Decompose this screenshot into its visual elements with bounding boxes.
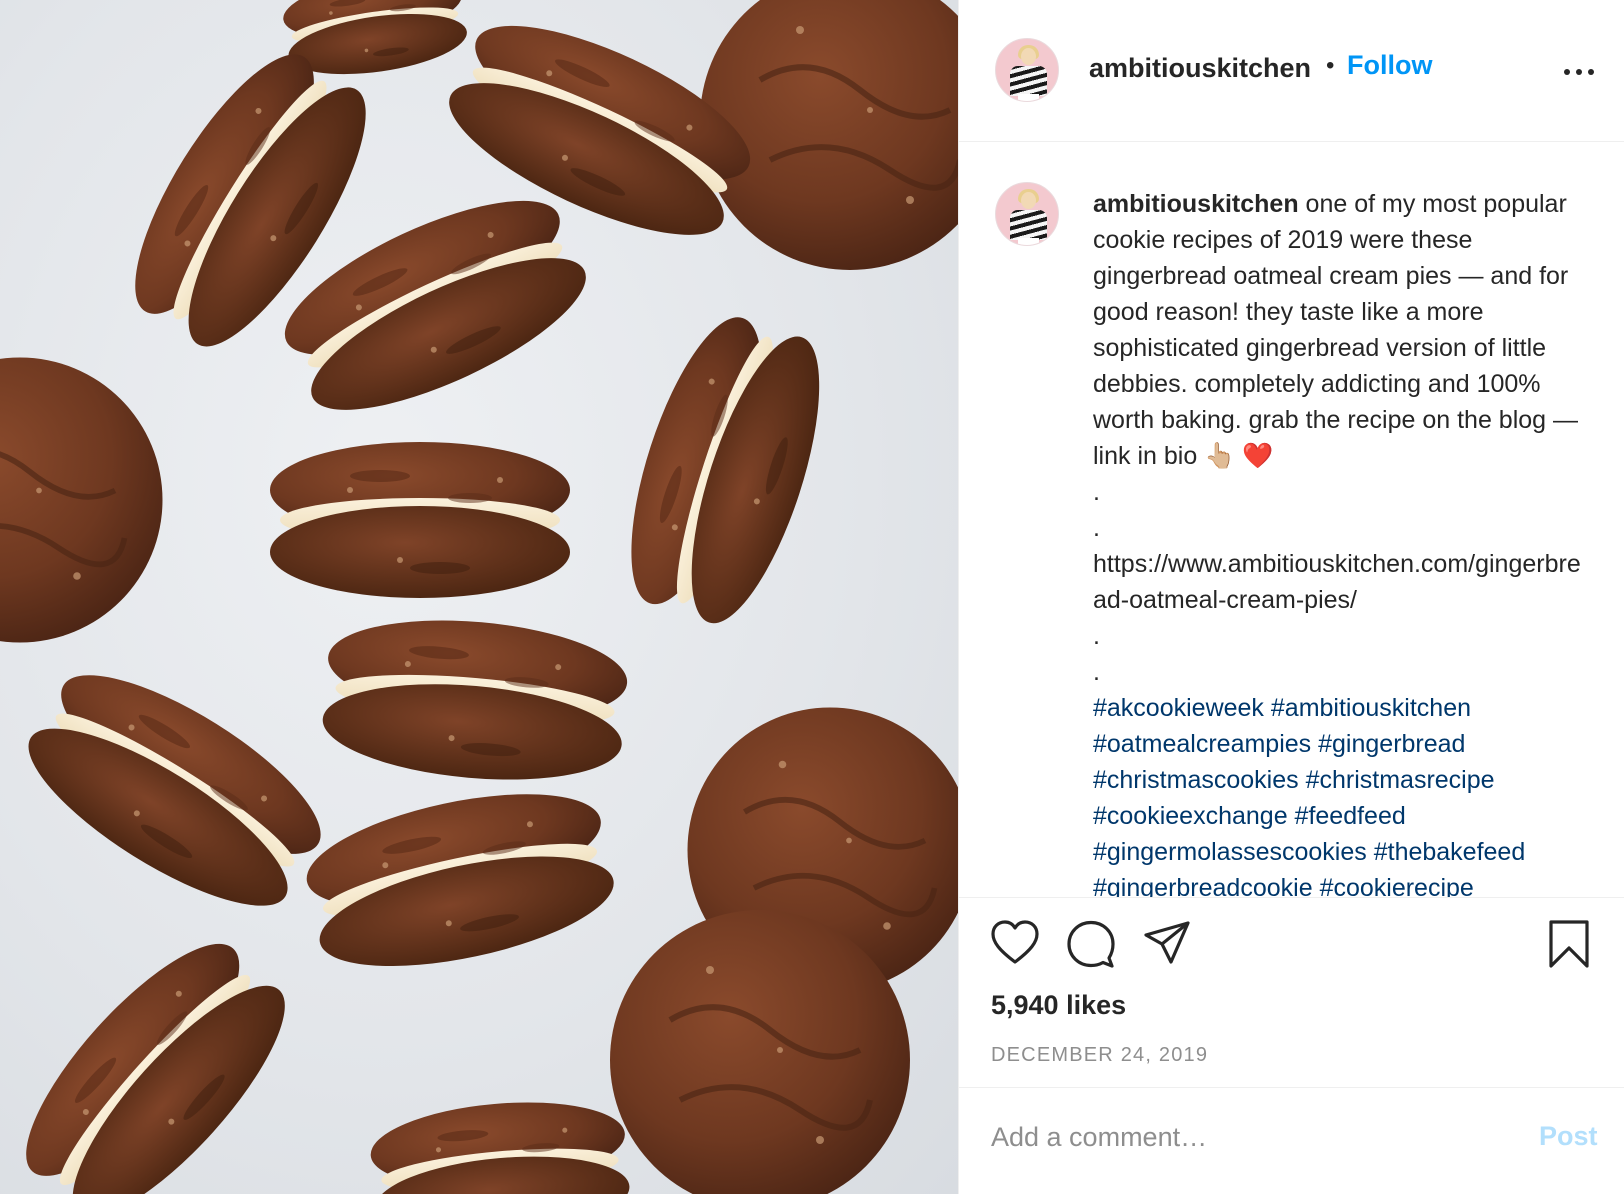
caption-dot: . [1093, 478, 1100, 506]
caption-username[interactable]: ambitiouskitchen [1093, 190, 1299, 218]
hashtag-link[interactable]: #gingerbread [1318, 730, 1465, 758]
post-date: DECEMBER 24, 2019 [991, 1044, 1209, 1066]
hashtag-link[interactable]: #feedfeed [1295, 802, 1406, 830]
hashtag-list: #akcookieweek #ambitiouskitchen #oatmeal… [1093, 690, 1593, 897]
caption-url: https://www.ambitiouskitchen.com/gingerb… [1093, 550, 1581, 614]
hashtag-link[interactable]: #christmascookies [1093, 766, 1299, 794]
caption-section[interactable]: ambitiouskitchen one of my most popular … [959, 142, 1624, 898]
hashtag-link[interactable]: #akcookieweek [1093, 694, 1264, 722]
likes-count[interactable]: 5,940 likes [991, 990, 1126, 1021]
action-bar: 5,940 likes DECEMBER 24, 2019 [959, 898, 1624, 1088]
comment-icon[interactable] [1065, 918, 1117, 970]
avatar[interactable] [995, 38, 1059, 102]
caption-dot: . [1093, 514, 1100, 542]
post-header: ambitiouskitchen • Follow [959, 0, 1624, 142]
caption-text: one of my most popular cookie recipes of… [1093, 190, 1579, 470]
caption-dot: . [1093, 622, 1100, 650]
hashtag-link[interactable]: #cookierecipe [1320, 874, 1474, 897]
post-photo[interactable] [0, 0, 958, 1194]
follow-button[interactable]: Follow [1347, 50, 1432, 81]
hashtag-link[interactable]: #gingerbreadcookie [1093, 874, 1313, 897]
caption-dot: . [1093, 658, 1100, 686]
share-icon[interactable] [1141, 918, 1193, 970]
caption-avatar[interactable] [995, 182, 1059, 246]
post-details-panel: ambitiouskitchen • Follow ambitiouskitch… [958, 0, 1624, 1194]
header-username[interactable]: ambitiouskitchen [1089, 53, 1311, 84]
hashtag-link[interactable]: #christmasrecipe [1306, 766, 1495, 794]
bookmark-icon[interactable] [1543, 918, 1595, 970]
post-caption: ambitiouskitchen one of my most popular … [1093, 186, 1593, 897]
comment-form: Post [959, 1088, 1624, 1194]
hashtag-link[interactable]: #ambitiouskitchen [1271, 694, 1471, 722]
hashtag-link[interactable]: #oatmealcreampies [1093, 730, 1311, 758]
comment-input[interactable] [991, 1112, 1491, 1162]
heart-icon[interactable] [989, 918, 1041, 970]
more-options-icon[interactable] [1563, 57, 1597, 87]
header-separator: • [1326, 52, 1335, 79]
hashtag-link[interactable]: #cookieexchange [1093, 802, 1288, 830]
post-comment-button[interactable]: Post [1539, 1121, 1598, 1152]
hashtag-link[interactable]: #gingermolassescookies [1093, 838, 1367, 866]
cookie-photo-illustration [0, 0, 958, 1194]
hashtag-link[interactable]: #thebakefeed [1374, 838, 1526, 866]
